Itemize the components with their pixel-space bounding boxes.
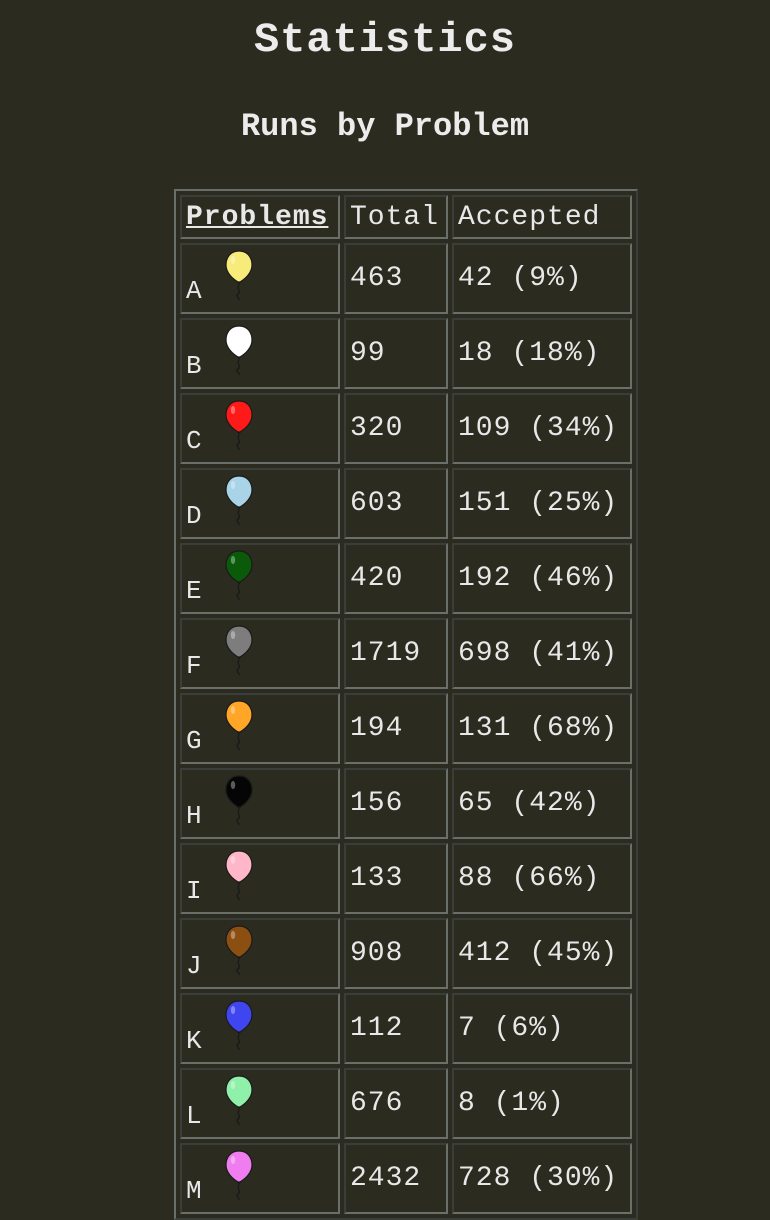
table-row: J 908 412 (45%) <box>180 918 632 989</box>
problem-letter: D <box>186 501 203 531</box>
accepted-cell: 18 (18%) <box>452 318 632 389</box>
table-row: D 603 151 (25%) <box>180 468 632 539</box>
problem-cell: A <box>180 243 340 314</box>
balloon-icon <box>225 475 253 526</box>
table-row: C 320 109 (34%) <box>180 393 632 464</box>
table-row: E 420 192 (46%) <box>180 543 632 614</box>
table-row: B 99 18 (18%) <box>180 318 632 389</box>
accepted-cell: 728 (30%) <box>452 1143 632 1214</box>
header-accepted: Accepted <box>452 195 632 239</box>
problem-cell: D <box>180 468 340 539</box>
table-row: F 1719 698 (41%) <box>180 618 632 689</box>
problem-cell: B <box>180 318 340 389</box>
balloon-icon <box>225 1150 253 1201</box>
accepted-cell: 192 (46%) <box>452 543 632 614</box>
accepted-cell: 42 (9%) <box>452 243 632 314</box>
problem-letter: E <box>186 576 203 606</box>
accepted-cell: 131 (68%) <box>452 693 632 764</box>
table-row: M 2432 728 (30%) <box>180 1143 632 1214</box>
total-cell: 2432 <box>344 1143 448 1214</box>
stats-table-wrapper: Problems Total Accepted A 463 42 (9%) B 99 18… <box>174 189 638 1220</box>
section-title: Runs by Problem <box>240 108 530 145</box>
problem-letter: B <box>186 351 203 381</box>
problem-letter: H <box>186 801 203 831</box>
total-cell: 320 <box>344 393 448 464</box>
problem-cell: G <box>180 693 340 764</box>
total-cell: 194 <box>344 693 448 764</box>
accepted-cell: 698 (41%) <box>452 618 632 689</box>
page-title: Statistics <box>253 16 517 64</box>
header-problems-link[interactable]: Problems <box>180 195 340 239</box>
problem-cell: L <box>180 1068 340 1139</box>
problem-letter: C <box>186 426 203 456</box>
balloon-icon <box>225 550 253 601</box>
accepted-cell: 412 (45%) <box>452 918 632 989</box>
table-body: A 463 42 (9%) B 99 18 (18%) C 320 109 (34%) D 603 1… <box>180 243 632 1214</box>
problem-cell: H <box>180 768 340 839</box>
balloon-icon <box>225 325 253 376</box>
problem-cell: I <box>180 843 340 914</box>
balloon-icon <box>225 625 253 676</box>
problem-letter: A <box>186 276 203 306</box>
table-row: A 463 42 (9%) <box>180 243 632 314</box>
total-cell: 156 <box>344 768 448 839</box>
table-row: K 112 7 (6%) <box>180 993 632 1064</box>
header-total: Total <box>344 195 448 239</box>
problem-letter: J <box>186 951 203 981</box>
problem-letter: K <box>186 1026 203 1056</box>
total-cell: 908 <box>344 918 448 989</box>
total-cell: 133 <box>344 843 448 914</box>
balloon-icon <box>225 400 253 451</box>
total-cell: 1719 <box>344 618 448 689</box>
balloon-icon <box>225 850 253 901</box>
accepted-cell: 65 (42%) <box>452 768 632 839</box>
accepted-cell: 109 (34%) <box>452 393 632 464</box>
total-cell: 420 <box>344 543 448 614</box>
total-cell: 463 <box>344 243 448 314</box>
problem-letter: F <box>186 651 203 681</box>
table-row: I 133 88 (66%) <box>180 843 632 914</box>
total-cell: 99 <box>344 318 448 389</box>
total-cell: 676 <box>344 1068 448 1139</box>
runs-by-problem-table: Problems Total Accepted A 463 42 (9%) B 99 18… <box>174 189 638 1220</box>
balloon-icon <box>225 775 253 826</box>
balloon-icon <box>225 700 253 751</box>
table-row: G 194 131 (68%) <box>180 693 632 764</box>
problem-cell: F <box>180 618 340 689</box>
problem-cell: J <box>180 918 340 989</box>
balloon-icon <box>225 1075 253 1126</box>
total-cell: 112 <box>344 993 448 1064</box>
problem-cell: M <box>180 1143 340 1214</box>
problem-letter: M <box>186 1176 203 1206</box>
balloon-icon <box>225 925 253 976</box>
problem-letter: L <box>186 1101 203 1131</box>
balloon-icon <box>225 250 253 301</box>
accepted-cell: 7 (6%) <box>452 993 632 1064</box>
problem-cell: C <box>180 393 340 464</box>
accepted-cell: 151 (25%) <box>452 468 632 539</box>
table-row: L 676 8 (1%) <box>180 1068 632 1139</box>
table-header-row: Problems Total Accepted <box>180 195 632 239</box>
problem-cell: K <box>180 993 340 1064</box>
balloon-icon <box>225 1000 253 1051</box>
problem-letter: I <box>186 876 203 906</box>
problem-letter: G <box>186 726 203 756</box>
total-cell: 603 <box>344 468 448 539</box>
problem-cell: E <box>180 543 340 614</box>
table-row: H 156 65 (42%) <box>180 768 632 839</box>
accepted-cell: 88 (66%) <box>452 843 632 914</box>
accepted-cell: 8 (1%) <box>452 1068 632 1139</box>
